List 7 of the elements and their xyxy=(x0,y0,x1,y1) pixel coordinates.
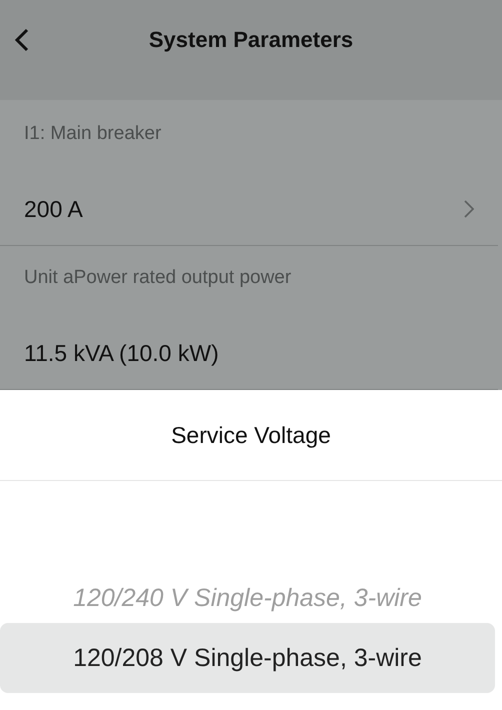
sheet-title: Service Voltage xyxy=(0,390,502,481)
picker-option[interactable]: 120/208 V Single-phase, 3-wire xyxy=(0,623,495,693)
page-title: System Parameters xyxy=(148,26,354,54)
parameter-value: 11.5 kVA (10.0 kW) xyxy=(24,339,219,368)
parameter-label: I1: Main breaker xyxy=(24,122,162,146)
parameter-value: 200 A xyxy=(24,195,83,224)
parameter-label: Unit aPower rated output power xyxy=(24,266,292,290)
